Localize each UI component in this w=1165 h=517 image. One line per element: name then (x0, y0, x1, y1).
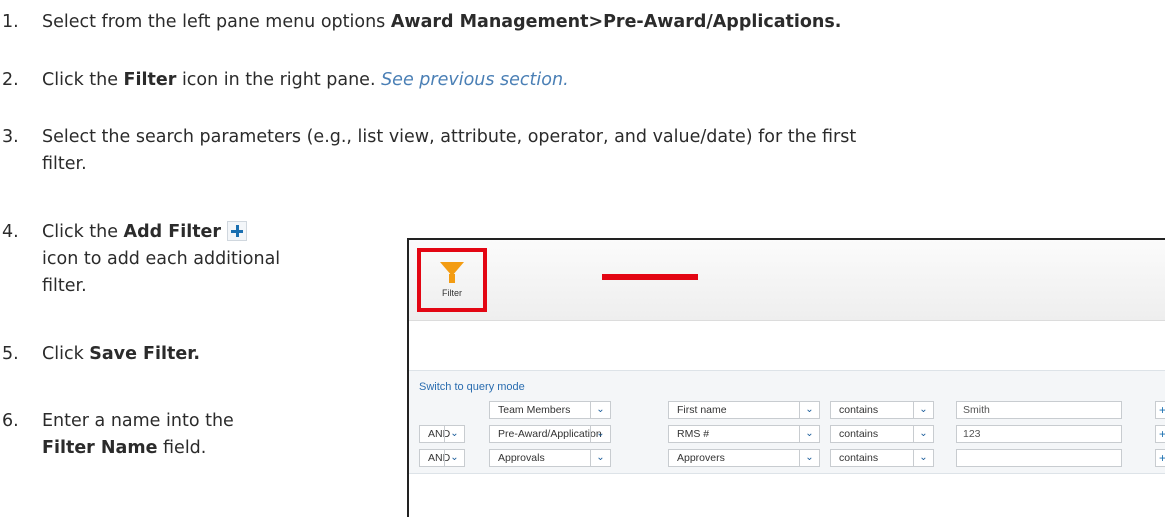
chevron-down-icon: ⌄ (444, 425, 464, 443)
chevron-down-icon: ⌄ (799, 449, 819, 467)
step-number: 5. (2, 344, 19, 364)
step-text-post: icon in the right pane. (176, 70, 382, 90)
select-value: First name (677, 404, 727, 416)
operator-select[interactable]: contains ⌄ (830, 449, 934, 467)
chevron-down-icon: ⌄ (913, 449, 933, 467)
chevron-down-icon: ⌄ (799, 425, 819, 443)
list-view-select[interactable]: Approvals ⌄ (489, 449, 611, 467)
see-previous-section-link[interactable]: See previous section. (381, 70, 569, 90)
step-5: 5. Click Save Filter. (0, 341, 200, 368)
value-input[interactable] (956, 449, 1122, 467)
filter-panel: Switch to query mode Team Members ⌄ First… (409, 370, 1165, 474)
step-number: 1. (2, 12, 19, 32)
select-value: Approvals (498, 452, 545, 464)
save-filter-highlight (602, 274, 698, 280)
chevron-down-icon: ⌄ (799, 401, 819, 419)
select-value: contains (839, 404, 879, 416)
step-6: 6. Enter a name into the (0, 408, 234, 435)
step-2: 2. Click the Filter icon in the right pan… (0, 67, 569, 94)
list-view-select[interactable]: Team Members ⌄ (489, 401, 611, 419)
step-4-continuation-2: filter. (42, 276, 87, 296)
select-value: contains (839, 452, 879, 464)
add-filter-button[interactable]: + (1155, 425, 1165, 443)
list-view-select[interactable]: Pre-Award/Application ⌄ (489, 425, 611, 443)
select-value: Team Members (498, 404, 571, 416)
select-value: RMS # (677, 428, 710, 440)
step-3-continuation: filter. (42, 154, 87, 174)
step-number: 6. (2, 411, 19, 431)
step-number: 2. (2, 70, 19, 90)
value-input[interactable]: 123 (956, 425, 1122, 443)
select-value: Approvers (677, 452, 725, 464)
step-number: 3. (2, 127, 19, 147)
spacer (409, 321, 1165, 369)
step-number: 4. (2, 222, 19, 242)
step-text: Select the search parameters (e.g., list… (42, 127, 857, 147)
chevron-down-icon: ⌄ (913, 401, 933, 419)
add-filter-icon (227, 220, 248, 241)
attribute-select[interactable]: RMS # ⌄ (668, 425, 820, 443)
chevron-down-icon: ⌄ (590, 425, 610, 443)
filter-screenshot: Filter Switch to query mode Team Members… (407, 238, 1165, 517)
operator-select[interactable]: contains ⌄ (830, 425, 934, 443)
step-bold-text: Award Management>Pre-Award/Applications. (390, 12, 842, 32)
conjunction-select[interactable]: AND ⌄ (419, 449, 465, 467)
select-value: Pre-Award/Application (498, 428, 602, 440)
chevron-down-icon: ⌄ (444, 449, 464, 467)
step-4: 4. Click the Add Filter (0, 219, 248, 246)
select-value: contains (839, 428, 879, 440)
chevron-down-icon: ⌄ (913, 425, 933, 443)
attribute-select[interactable]: First name ⌄ (668, 401, 820, 419)
filter-button[interactable]: Filter (417, 248, 487, 312)
step-6-continuation: Filter Name field. (42, 435, 206, 462)
step-1: 1. Select from the left pane menu options… (0, 9, 841, 36)
operator-select[interactable]: contains ⌄ (830, 401, 934, 419)
step-3: 3. Select the search parameters (e.g., li… (0, 124, 856, 151)
toolbar: Filter (409, 240, 1165, 321)
step-bold-text: Add Filter (123, 222, 222, 242)
chevron-down-icon: ⌄ (590, 401, 610, 419)
chevron-down-icon: ⌄ (590, 449, 610, 467)
switch-to-query-mode-link[interactable]: Switch to query mode (419, 381, 525, 393)
step-4-continuation: icon to add each additional (42, 249, 281, 269)
add-filter-button[interactable]: + (1155, 449, 1165, 467)
funnel-icon-stem (449, 274, 455, 283)
step-text: Click the (42, 70, 124, 90)
value-input[interactable]: Smith (956, 401, 1122, 419)
step-text: Enter a name into the (42, 411, 234, 431)
step-text: Click (42, 344, 90, 364)
step-bold-text: Filter (123, 70, 177, 90)
step-bold-text: Save Filter. (89, 344, 201, 364)
step-bold-text: Filter Name (42, 438, 158, 458)
step-text: Select from the left pane menu options (42, 12, 391, 32)
step-text: Click the (42, 222, 124, 242)
step-text-post: field. (157, 438, 207, 458)
conjunction-select[interactable]: AND ⌄ (419, 425, 465, 443)
attribute-select[interactable]: Approvers ⌄ (668, 449, 820, 467)
add-filter-button[interactable]: + (1155, 401, 1165, 419)
filter-button-label: Filter (442, 288, 462, 298)
